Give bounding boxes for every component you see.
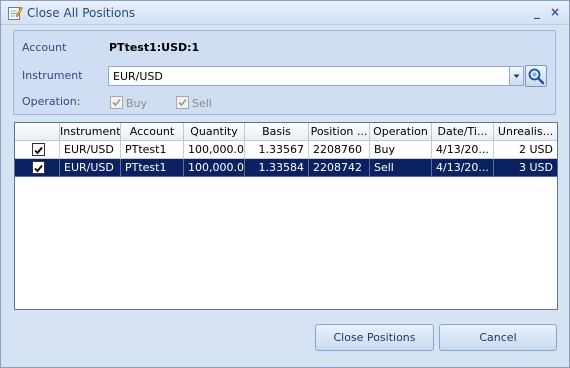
cell-operation: Buy [370,141,432,159]
minimize-button[interactable]: _ [530,5,544,19]
close-positions-button[interactable]: Close Positions [315,324,434,351]
instrument-search-button[interactable] [525,65,547,87]
close-all-positions-dialog: Close All Positions _ × Account PTtest1:… [0,0,570,368]
account-label: Account [22,41,67,54]
buy-checkbox-row: Buy [110,95,160,111]
parameters-panel: Account PTtest1:USD:1 Instrument EUR/USD… [13,30,556,115]
column-header-instrument[interactable]: Instrument [60,123,121,141]
positions-grid[interactable]: Instrument Account Quantity Basis Positi… [14,122,558,310]
grid-header: Instrument Account Quantity Basis Positi… [15,123,557,141]
column-header-operation[interactable]: Operation [370,123,432,141]
check-icon [178,98,187,107]
account-value: PTtest1:USD:1 [109,41,200,54]
cell-basis: 1.33584 [245,159,309,177]
cell-date-time: 4/13/20... [432,141,494,159]
buy-label: Buy [126,97,148,110]
instrument-dropdown-button[interactable] [509,66,524,86]
title-bar[interactable]: Close All Positions _ × [1,1,569,25]
window-title: Close All Positions [27,6,136,20]
operation-label: Operation: [22,95,81,108]
search-icon [528,68,545,85]
check-icon [34,146,43,155]
sell-checkbox-row: Sell [176,95,226,111]
table-row-selected[interactable]: EUR/USD PTtest1 100,000.00 1.33584 22087… [15,159,557,177]
cell-quantity: 100,000.00 [184,159,245,177]
column-header-basis[interactable]: Basis [245,123,309,141]
column-header-quantity[interactable]: Quantity [184,123,245,141]
close-button[interactable]: × [548,5,562,19]
cell-position: 2208742 [309,159,370,177]
cell-position: 2208760 [309,141,370,159]
cell-account: PTtest1 [121,159,184,177]
sell-checkbox[interactable] [176,96,189,109]
buy-checkbox[interactable] [110,96,123,109]
column-header-date-time[interactable]: Date/Ti... [432,123,494,141]
chevron-down-icon [513,74,520,78]
instrument-combobox[interactable]: EUR/USD [108,66,511,86]
check-icon [34,164,43,173]
select-all-column-header[interactable] [15,123,60,141]
sell-label: Sell [192,97,212,110]
check-icon [112,98,121,107]
edit-form-icon [7,5,23,21]
cancel-button[interactable]: Cancel [439,324,557,351]
column-header-position[interactable]: Position ... [309,123,370,141]
instrument-value: EUR/USD [113,70,163,83]
column-header-unrealised[interactable]: Unrealis... [494,123,557,141]
cell-date-time: 4/13/20... [432,159,494,177]
cell-operation: Sell [370,159,432,177]
cell-instrument: EUR/USD [60,141,121,159]
cell-basis: 1.33567 [245,141,309,159]
cell-instrument: EUR/USD [60,159,121,177]
cell-quantity: 100,000.00 [184,141,245,159]
row-checkbox-cell [15,141,60,159]
row-checkbox[interactable] [32,143,45,156]
instrument-label: Instrument [22,69,83,82]
cell-account: PTtest1 [121,141,184,159]
cell-unrealised: 2 USD [494,141,557,159]
row-checkbox-cell [15,159,60,177]
cell-unrealised: 3 USD [494,159,557,177]
table-row[interactable]: EUR/USD PTtest1 100,000.00 1.33567 22087… [15,141,557,159]
row-checkbox[interactable] [32,161,45,174]
column-header-account[interactable]: Account [121,123,184,141]
